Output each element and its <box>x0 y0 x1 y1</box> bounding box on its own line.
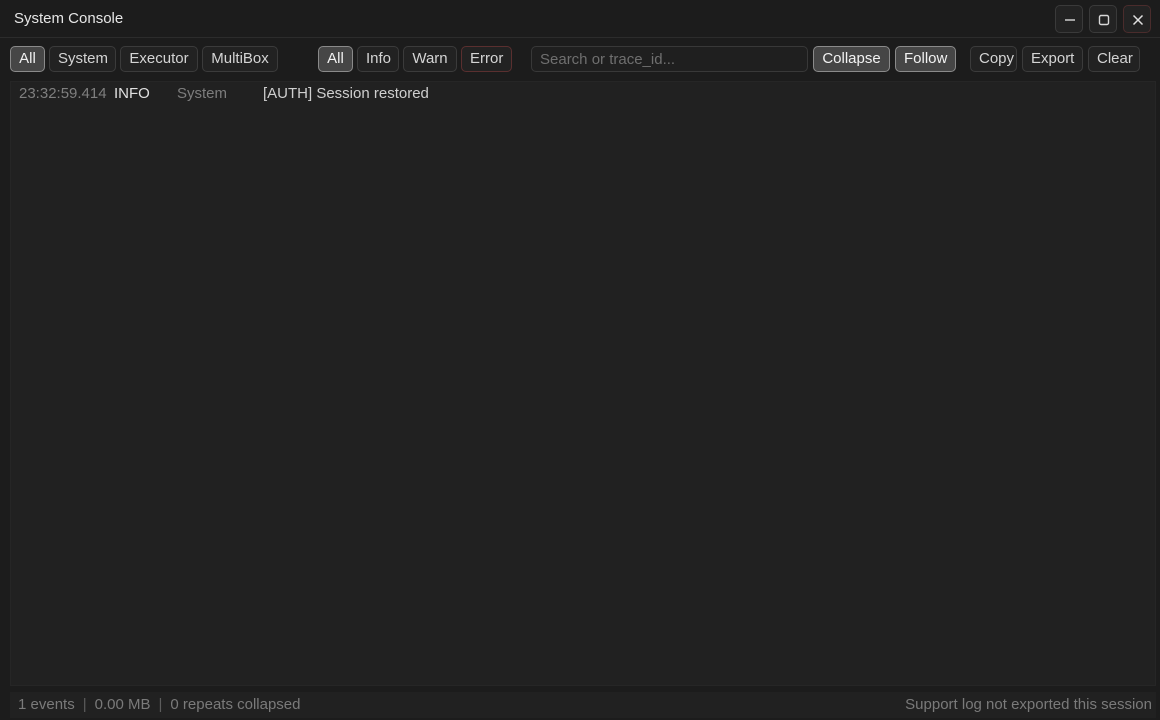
level-filter-warn[interactable]: Warn <box>403 46 457 72</box>
level-filter-error[interactable]: Error <box>461 46 512 72</box>
window-title: System Console <box>14 10 124 27</box>
minimize-button[interactable] <box>1055 5 1083 33</box>
system-console-window: System Console All System Executor Multi… <box>0 0 1160 720</box>
minimize-icon <box>1065 19 1075 21</box>
event-count: 1 events <box>18 696 75 713</box>
repeats-collapsed: 0 repeats collapsed <box>170 696 301 713</box>
log-timestamp: 23:32:59.414 <box>19 85 107 102</box>
clear-button[interactable]: Clear <box>1088 46 1140 72</box>
status-bar: 1 events | 0.00 MB | 0 repeats collapsed Sup… <box>10 692 1156 718</box>
close-icon <box>1132 14 1144 26</box>
collapse-toggle[interactable]: Collapse <box>813 46 890 72</box>
copy-button[interactable]: Copy <box>970 46 1017 72</box>
log-level: INFO <box>114 85 150 102</box>
source-filter-all[interactable]: All <box>10 46 45 72</box>
status-stats: 1 events | 0.00 MB | 0 repeats collapsed <box>18 692 301 718</box>
maximize-icon <box>1098 14 1110 26</box>
support-log-status: Support log not exported this session <box>905 696 1152 713</box>
log-list[interactable]: 23:32:59.414 INFO System [AUTH] Session … <box>10 81 1156 686</box>
follow-toggle[interactable]: Follow <box>895 46 956 72</box>
close-button[interactable] <box>1123 5 1151 33</box>
status-separator: | <box>158 696 163 713</box>
log-message: [AUTH] Session restored <box>263 85 429 102</box>
toolbar: All System Executor MultiBox All Info Wa… <box>0 39 1160 81</box>
log-row[interactable]: 23:32:59.414 INFO System [AUTH] Session … <box>11 82 1155 106</box>
level-filter-all[interactable]: All <box>318 46 353 72</box>
source-filter-system[interactable]: System <box>49 46 116 72</box>
title-bar: System Console <box>0 0 1160 38</box>
maximize-button[interactable] <box>1089 5 1117 33</box>
status-separator: | <box>82 696 87 713</box>
source-filter-executor[interactable]: Executor <box>120 46 198 72</box>
log-source: System <box>177 85 228 102</box>
log-size: 0.00 MB <box>94 696 151 713</box>
source-filter-multibox[interactable]: MultiBox <box>202 46 278 72</box>
export-button[interactable]: Export <box>1022 46 1083 72</box>
level-filter-info[interactable]: Info <box>357 46 399 72</box>
search-input[interactable] <box>531 46 808 72</box>
